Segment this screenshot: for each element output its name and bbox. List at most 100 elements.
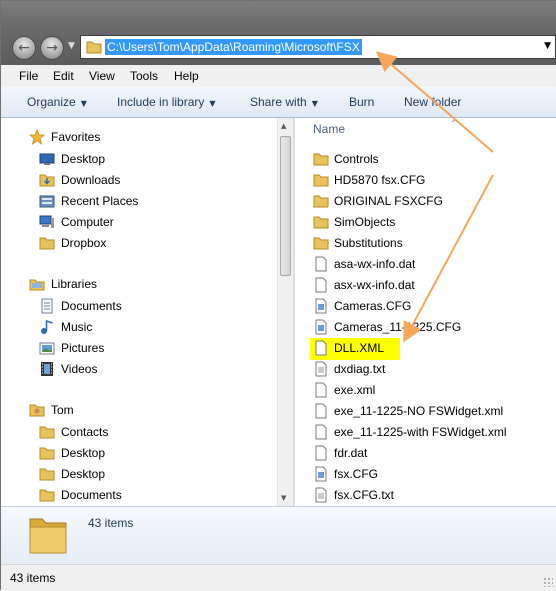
forward-button[interactable]: → [40,36,64,60]
config-file-icon [315,298,327,314]
nav-item-label: Desktop [61,152,106,166]
menu-view[interactable]: View [89,69,115,83]
nav-favorites-label: Favorites [51,130,101,144]
sort-ascending-icon: ^ [451,119,459,129]
file-icon [315,382,327,398]
organize-button[interactable]: Organize ▼ [27,95,87,109]
list-item-label: HD5870 fsx.CFG [334,173,426,187]
large-folder-icon [29,518,67,554]
list-item-label: Controls [334,152,379,166]
menu-file[interactable]: File [19,69,38,83]
text-file-icon [315,361,327,377]
folder-icon [39,468,55,481]
chevron-down-icon: ▼ [209,99,216,108]
nav-scrollbar[interactable]: ▲ ▼ [277,118,294,506]
list-item-label: exe_11-1225-NO FSWidget.xml [334,404,504,418]
menu-help[interactable]: Help [174,69,199,83]
details-item-count: 43 items [88,516,134,530]
folder-icon [313,174,329,187]
file-icon [315,445,327,461]
list-item-label: asx-wx-info.dat [334,278,415,292]
computer-icon [39,215,54,228]
scroll-up-icon[interactable]: ▲ [281,122,286,130]
nav-scrollbar-thumb[interactable] [280,136,291,276]
videos-icon [41,362,53,376]
explorer-window: ← → ▼ C:\Users\Tom\AppData\Roaming\Micro… [0,0,556,591]
list-item-label: ORIGINAL FSXCFG [334,194,443,208]
documents-icon [41,298,53,314]
nav-item-label: Desktop [61,446,106,460]
desktop-icon [39,153,55,165]
nav-item-label: Desktop [61,467,106,481]
list-item-label: Cameras.CFG [334,299,412,313]
nav-item-label: Documents [61,488,122,502]
folder-icon [39,237,55,250]
folder-icon [39,447,55,460]
list-item-label: Substitutions [334,236,403,250]
recent-pages-dropdown[interactable]: ▼ [68,41,78,55]
organize-label: Organize [27,95,76,109]
list-item-label: fsx.CFG [334,467,378,481]
nav-item-label: Dropbox [61,236,107,250]
address-dropdown-icon[interactable]: ▼ [544,41,551,51]
back-button[interactable]: ← [12,36,36,60]
downloads-folder-icon [39,174,55,187]
file-list-pane: Name ^ Controls HD5870 fsx.CFG ORIGINAL … [295,118,556,506]
status-bar: 43 items [1,564,556,591]
share-with-label: Share with [250,95,307,109]
forward-arrow-icon: → [46,40,58,56]
include-in-library-label: Include in library [117,95,205,109]
folder-icon [39,489,55,502]
chevron-down-icon: ▼ [311,99,318,108]
address-path[interactable]: C:\Users\Tom\AppData\Roaming\Microsoft\F… [105,39,362,55]
address-bar[interactable]: C:\Users\Tom\AppData\Roaming\Microsoft\F… [80,35,556,59]
list-item-label: fdr.dat [334,446,368,460]
nav-item-label: Music [61,320,93,334]
list-item-label: Cameras_11-1225.CFG [334,320,462,334]
pictures-icon [39,342,55,355]
details-pane: 43 items [1,506,556,565]
nav-item-label: Contacts [61,425,109,439]
file-icon [315,277,327,293]
nav-item-label: Computer [61,215,114,229]
nav-item-label: Recent Places [61,194,139,208]
scroll-down-icon[interactable]: ▼ [281,494,286,502]
contacts-folder-icon [39,426,55,439]
nav-item-label: Pictures [61,341,105,355]
file-icon [315,340,327,356]
navigation-pane: Favorites Desktop Downloads Recent Place… [1,118,277,506]
folder-icon [86,41,102,54]
folder-icon [313,216,329,229]
list-item-label: asa-wx-info.dat [334,257,416,271]
list-item-label: exe.xml [334,383,376,397]
nav-item-label: Videos [61,362,98,376]
column-header-name[interactable]: Name ^ [313,119,459,136]
nav-item-label: Downloads [61,173,121,187]
list-item-label: SimObjects [334,215,396,229]
file-icon [315,256,327,272]
folder-icon [313,153,329,166]
music-icon [41,319,53,334]
share-with-button[interactable]: Share with ▼ [250,95,318,109]
command-bar: Organize ▼ Include in library ▼ Share with… [1,87,556,118]
menu-edit[interactable]: Edit [53,69,74,83]
nav-libraries-label: Libraries [51,277,98,291]
list-item-label: exe_11-1225-with FSWidget.xml [334,425,507,439]
list-item-label: fsx.CFG.txt [334,488,394,502]
include-in-library-button[interactable]: Include in library ▼ [117,95,216,109]
resize-grip-icon[interactable] [543,577,553,587]
folder-icon [313,195,329,208]
chevron-down-icon: ▼ [80,99,87,108]
back-arrow-icon: ← [18,40,30,56]
file-icon [315,424,327,440]
column-header-label: Name [313,122,346,136]
burn-button[interactable]: Burn [349,95,374,109]
menu-tools[interactable]: Tools [130,69,158,83]
folder-icon [313,237,329,250]
nav-user-label: Tom [51,403,74,417]
text-file-icon [315,487,327,503]
libraries-icon [29,279,45,291]
user-folder-icon [29,404,45,417]
star-icon [29,129,45,145]
new-folder-button[interactable]: New folder [404,95,461,109]
